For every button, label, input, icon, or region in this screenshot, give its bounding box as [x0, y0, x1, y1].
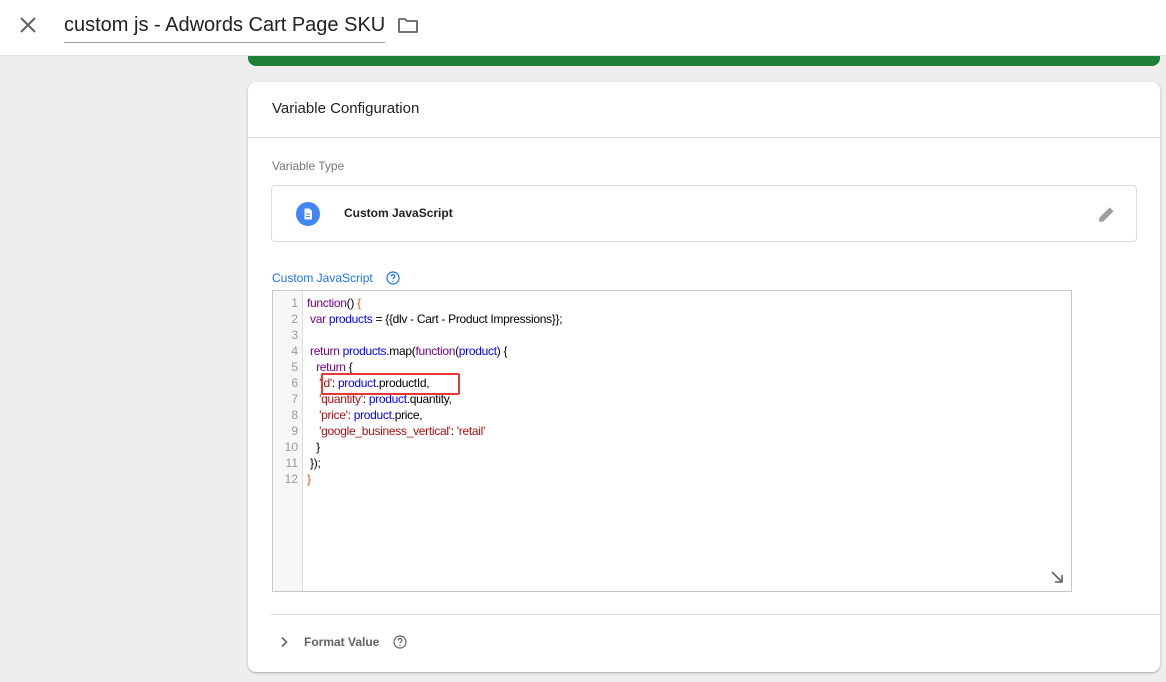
- format-value-label: Format Value: [304, 635, 380, 649]
- code-line: });: [307, 455, 562, 471]
- line-number-gutter: 1 2 3 4 5 6 7 8 9 10 11 12: [273, 291, 303, 591]
- code-token: {: [348, 360, 353, 374]
- line-number: 12: [284, 472, 298, 486]
- line-number: 1: [291, 296, 298, 310]
- code-token: = {{dlv - Cart - Product Impressions}};: [372, 312, 563, 326]
- code-line: var products = {{dlv - Cart - Product Im…: [307, 311, 563, 327]
- code-line: return products.map(function(product) {: [307, 343, 562, 359]
- code-token: .map(: [386, 344, 416, 358]
- resize-handle-icon[interactable]: [1050, 570, 1064, 584]
- code-token: ) {: [496, 344, 508, 358]
- document-icon: [296, 202, 320, 226]
- help-circle-icon[interactable]: [393, 635, 407, 649]
- code-token: products: [328, 312, 373, 326]
- folder-icon[interactable]: [396, 13, 420, 37]
- highlight-annotation: [321, 373, 460, 395]
- code-token: var: [307, 312, 329, 326]
- code-token: 'retail': [456, 424, 486, 438]
- variable-type-selector[interactable]: Custom JavaScript: [271, 185, 1137, 242]
- help-circle-icon[interactable]: [386, 271, 400, 285]
- variable-configuration-card: Variable Configuration Variable Type Cus…: [248, 82, 1160, 672]
- line-number: 6: [291, 376, 298, 390]
- divider: [271, 614, 1160, 615]
- line-number: 11: [285, 456, 298, 470]
- top-bar: custom js - Adwords Cart Page SKU: [0, 0, 1166, 56]
- code-token: {: [357, 296, 361, 310]
- line-number: 3: [291, 328, 298, 342]
- code-token: function: [415, 344, 456, 358]
- close-icon[interactable]: [16, 13, 40, 37]
- code-token: (): [346, 296, 358, 310]
- pencil-icon[interactable]: [1096, 203, 1118, 225]
- page-title[interactable]: custom js - Adwords Cart Page SKU: [64, 12, 386, 43]
- code-token: return: [307, 360, 349, 374]
- code-token: product: [458, 344, 497, 358]
- variable-type-name: Custom JavaScript: [344, 206, 453, 220]
- code-token: return: [307, 344, 343, 358]
- line-number: 8: [291, 408, 298, 422]
- line-number: 5: [291, 360, 298, 374]
- divider: [248, 137, 1160, 138]
- code-token: }: [307, 440, 320, 454]
- code-token: 'price': [307, 408, 348, 422]
- line-number: 10: [284, 440, 298, 454]
- code-line: function() {: [307, 295, 562, 311]
- code-token: .price,: [391, 408, 423, 422]
- format-value-toggle[interactable]: Format Value: [272, 630, 472, 654]
- code-line: 'price': product.price,: [307, 407, 562, 423]
- code-token: 'google_business_vertical': [307, 424, 451, 438]
- code-token: }: [307, 472, 311, 486]
- code-token: product: [353, 408, 392, 422]
- code-editor[interactable]: 1 2 3 4 5 6 7 8 9 10 11 12 function() { var product…: [272, 290, 1072, 592]
- code-line: }: [307, 439, 562, 455]
- line-number: 9: [291, 424, 298, 438]
- status-strip: [248, 56, 1160, 66]
- code-token: function: [307, 296, 347, 310]
- card-title: Variable Configuration: [272, 100, 420, 117]
- custom-javascript-label: Custom JavaScript: [272, 271, 373, 285]
- line-number: 7: [291, 392, 298, 406]
- code-line: 'google_business_vertical': 'retail': [307, 423, 562, 439]
- code-line: }: [307, 471, 562, 487]
- chevron-right-icon: [276, 634, 292, 650]
- code-token: products: [342, 344, 387, 358]
- line-number: 4: [291, 344, 298, 358]
- variable-type-label: Variable Type: [272, 159, 345, 173]
- line-number: 2: [291, 312, 298, 326]
- code-token: });: [307, 456, 321, 470]
